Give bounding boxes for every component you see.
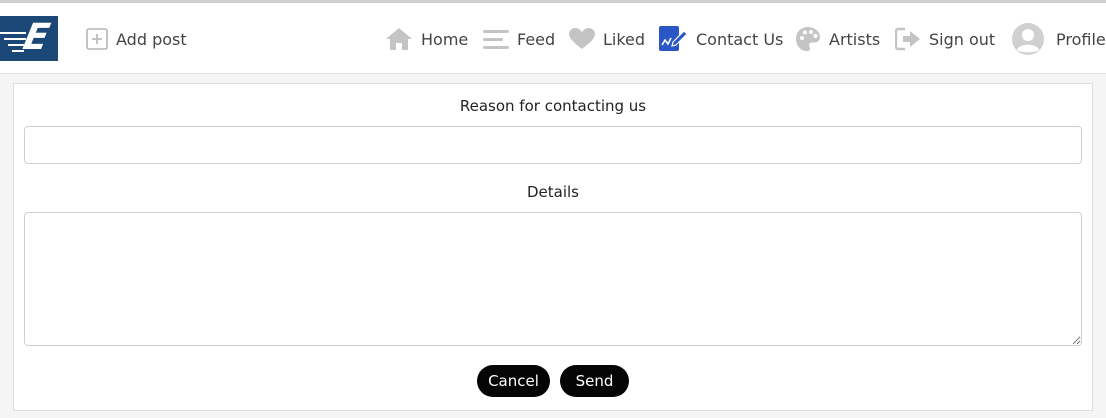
logo-letter: E xyxy=(19,17,54,58)
details-textarea[interactable] xyxy=(24,212,1082,346)
reason-label: Reason for contacting us xyxy=(459,97,647,115)
send-button[interactable]: Send xyxy=(560,365,629,397)
details-label: Details xyxy=(526,183,579,201)
reason-input[interactable] xyxy=(24,126,1082,164)
heart-icon xyxy=(569,28,595,50)
contact-edit-icon xyxy=(658,25,688,53)
nav-profile[interactable]: Profile xyxy=(1012,23,1106,55)
nav-artists[interactable]: Artists xyxy=(795,25,880,53)
logo-streak xyxy=(0,32,26,34)
nav-home-label: Home xyxy=(421,29,469,49)
nav-liked[interactable]: Liked xyxy=(569,25,645,53)
nav-home[interactable]: Home xyxy=(385,25,468,53)
nav-contact-us-label: Contact Us xyxy=(696,29,784,49)
brand-logo[interactable]: E xyxy=(0,16,58,61)
home-icon xyxy=(385,27,413,51)
user-avatar-icon xyxy=(1012,23,1044,55)
contact-form-card: Reason for contacting us Details Cancel … xyxy=(13,83,1093,411)
menu-lines-icon xyxy=(483,28,509,50)
nav-sign-out-label: Sign out xyxy=(929,29,996,49)
nav-artists-label: Artists xyxy=(829,29,881,49)
sign-out-icon xyxy=(895,27,921,51)
top-navbar: E Add post Home Feed Liked Contact Us Ar… xyxy=(0,3,1106,74)
nav-feed-label: Feed xyxy=(517,29,556,49)
cancel-button[interactable]: Cancel xyxy=(477,365,550,397)
nav-feed[interactable]: Feed xyxy=(483,25,555,53)
nav-add-post[interactable]: Add post xyxy=(86,25,187,53)
nav-liked-label: Liked xyxy=(603,29,646,49)
nav-add-post-label: Add post xyxy=(116,29,187,49)
nav-profile-label: Profile xyxy=(1056,29,1106,49)
nav-contact-us[interactable]: Contact Us xyxy=(658,25,783,53)
nav-sign-out[interactable]: Sign out xyxy=(895,25,995,53)
palette-icon xyxy=(795,26,821,52)
plus-square-icon xyxy=(86,28,108,50)
